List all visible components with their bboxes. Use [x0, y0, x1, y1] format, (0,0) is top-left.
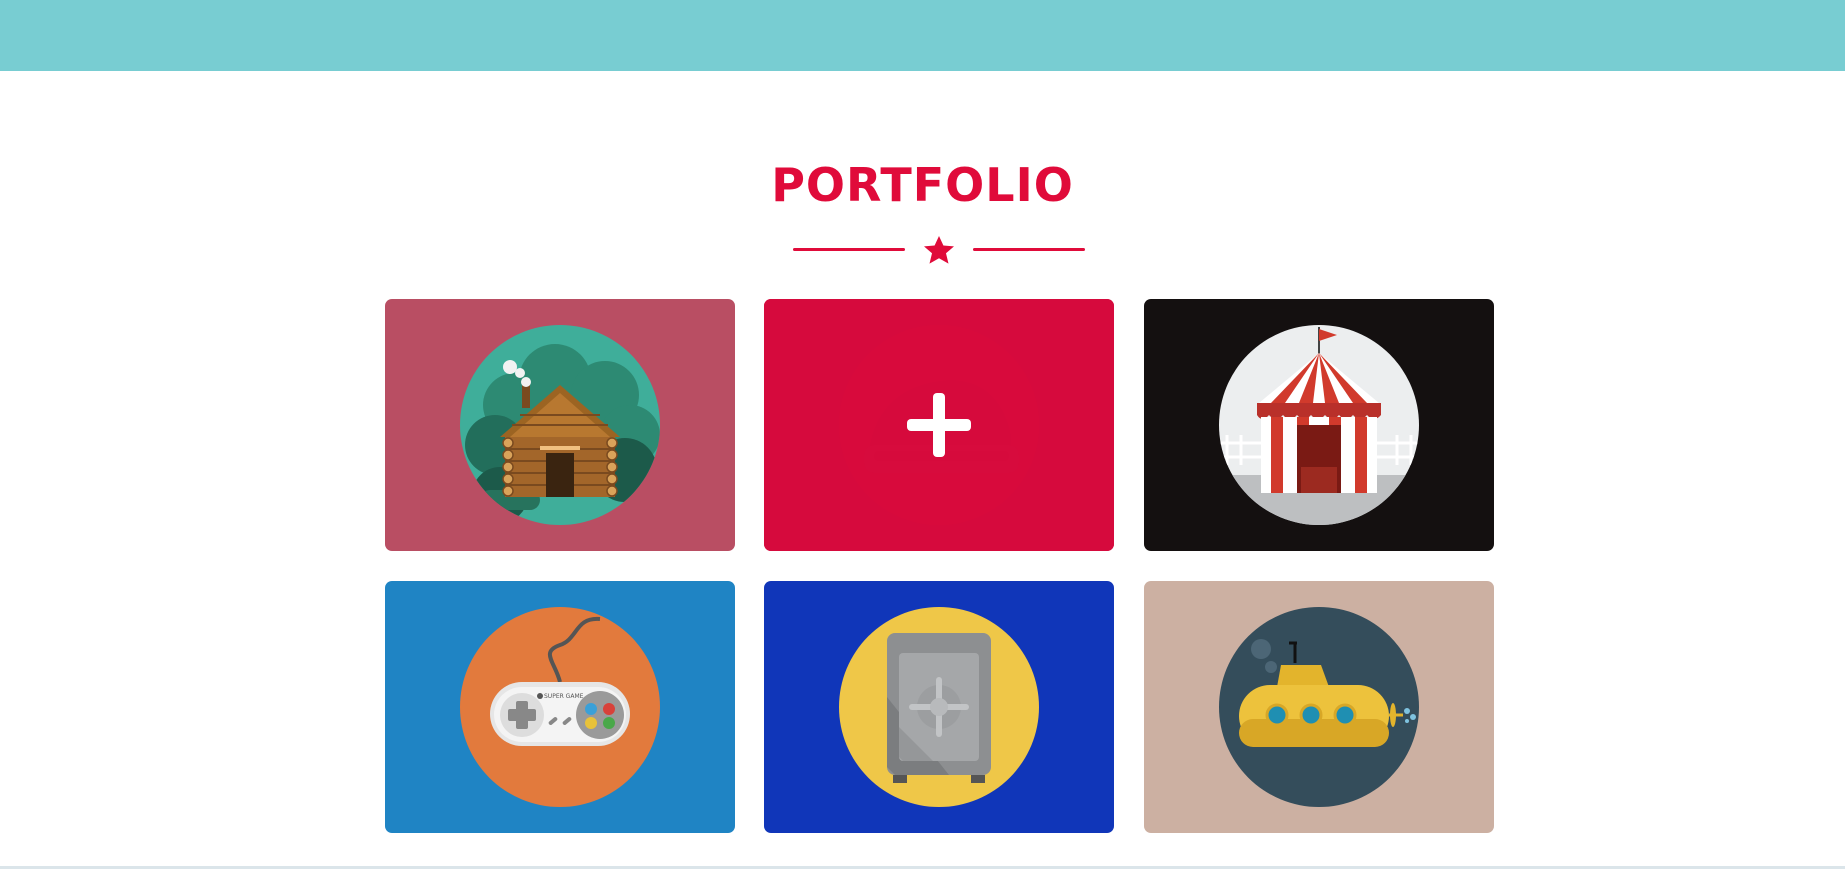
portfolio-item-cabin[interactable] — [385, 299, 735, 551]
circus-tent-icon — [1219, 325, 1419, 525]
game-controller-icon: SUPER GAME — [460, 607, 660, 807]
portfolio-item-safe[interactable] — [764, 581, 1114, 833]
star-divider — [793, 236, 1085, 264]
submarine-icon — [1219, 607, 1419, 807]
cabin-icon — [460, 325, 660, 525]
hover-overlay — [764, 299, 1114, 551]
portfolio-item-circus-tent[interactable] — [1144, 299, 1494, 551]
portfolio-item-submarine[interactable] — [1144, 581, 1494, 833]
safe-icon — [839, 607, 1039, 807]
portfolio-item-game-controller[interactable]: SUPER GAME — [385, 581, 735, 833]
controller-label: SUPER GAME — [544, 693, 584, 700]
top-navbar — [0, 0, 1845, 71]
divider-line-left — [793, 248, 905, 251]
portfolio-title: PORTFOLIO — [771, 158, 1074, 212]
divider-line-right — [973, 248, 1085, 251]
plus-icon — [907, 393, 971, 457]
portfolio-item-cake[interactable] — [764, 299, 1114, 551]
star-icon — [924, 236, 954, 264]
footer-divider — [0, 866, 1845, 869]
